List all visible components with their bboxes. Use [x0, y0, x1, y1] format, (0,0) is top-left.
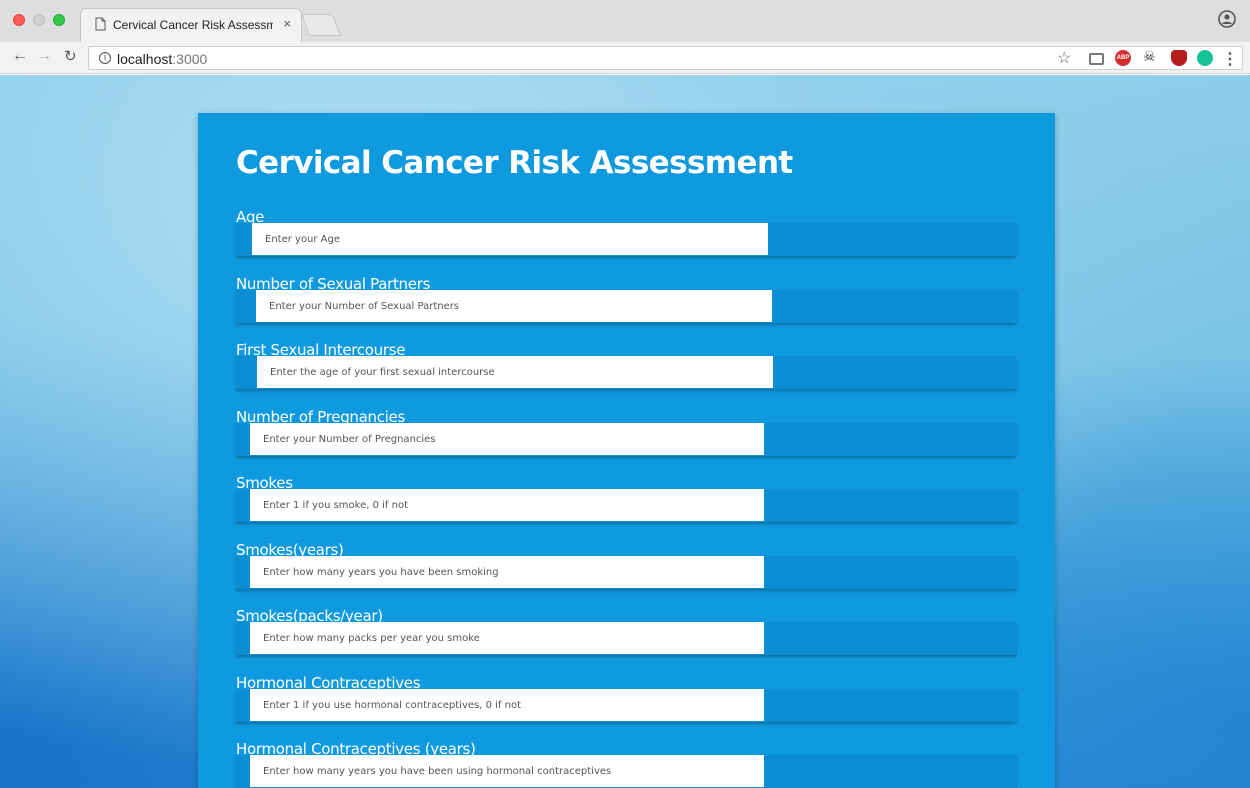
back-arrow-icon[interactable]: ← — [12, 47, 28, 65]
browser-tab-bar: Cervical Cancer Risk Assessme × — [0, 0, 1250, 42]
smokes-packs-input[interactable] — [250, 622, 764, 654]
new-tab-button[interactable] — [300, 14, 342, 36]
profile-icon[interactable] — [1218, 10, 1236, 28]
cast-icon[interactable] — [1089, 53, 1104, 65]
smokes-years-input[interactable] — [250, 556, 764, 588]
url-text[interactable]: localhost:3000 — [117, 51, 207, 67]
browser-tab[interactable]: Cervical Cancer Risk Assessme × — [80, 8, 302, 42]
address-bar[interactable]: i localhost:3000 ☆ ABP ☠ ⋮ — [88, 46, 1243, 70]
sexual-partners-input[interactable] — [256, 290, 772, 322]
menu-dots-icon[interactable]: ⋮ — [1222, 49, 1238, 69]
pregnancies-input[interactable] — [250, 423, 764, 455]
pirate-extension-icon[interactable]: ☠ — [1143, 48, 1159, 64]
url-host: localhost — [117, 51, 173, 67]
assessment-form-card: Cervical Cancer Risk Assessment Age Numb… — [198, 113, 1055, 788]
hormonal-contraceptives-input[interactable] — [250, 689, 764, 721]
first-intercourse-input[interactable] — [257, 356, 773, 388]
info-icon[interactable]: i — [99, 52, 111, 64]
form-title: Cervical Cancer Risk Assessment — [236, 145, 793, 181]
reload-icon[interactable]: ↻ — [64, 47, 77, 65]
close-tab-icon[interactable]: × — [283, 16, 291, 31]
smokes-input[interactable] — [250, 489, 764, 521]
hormonal-contraceptives-years-input[interactable] — [250, 755, 764, 787]
bookmark-star-icon[interactable]: ☆ — [1057, 48, 1071, 68]
page-icon — [95, 17, 106, 31]
maximize-window-button[interactable] — [53, 14, 65, 26]
url-port: :3000 — [172, 51, 208, 67]
age-input[interactable] — [252, 223, 768, 255]
tab-title: Cervical Cancer Risk Assessme — [113, 18, 273, 32]
close-window-button[interactable] — [13, 14, 25, 26]
browser-toolbar: ← → ↻ i localhost:3000 ☆ ABP ☠ ⋮ — [0, 42, 1250, 74]
extension-icon[interactable] — [1197, 50, 1213, 66]
page-viewport: Cervical Cancer Risk Assessment Age Numb… — [0, 75, 1250, 788]
adblock-plus-icon[interactable]: ABP — [1115, 50, 1131, 66]
forward-arrow-icon[interactable]: → — [36, 47, 52, 65]
ublock-icon[interactable] — [1171, 50, 1187, 66]
minimize-window-button[interactable] — [33, 14, 45, 26]
